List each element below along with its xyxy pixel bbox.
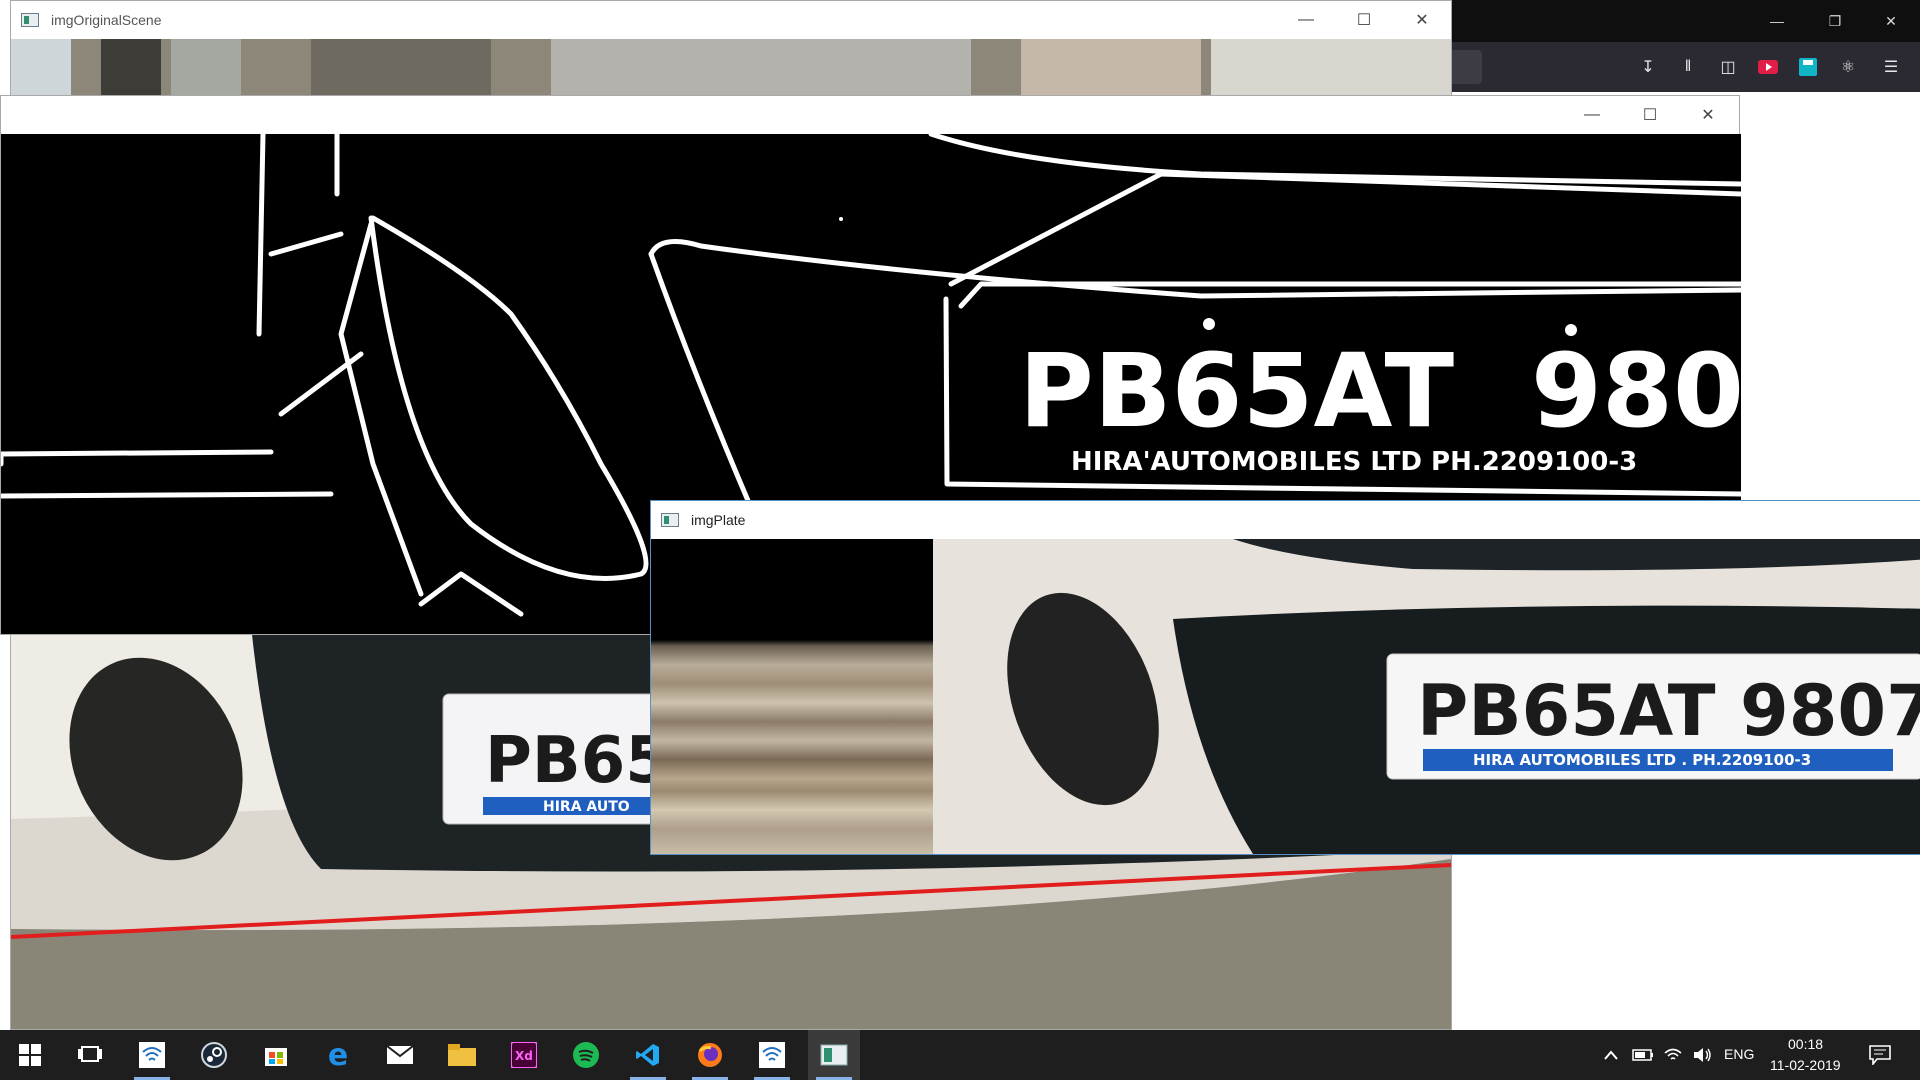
maximize-button[interactable]: ☐ <box>1621 96 1679 134</box>
opencv-window-icon[interactable] <box>808 1030 860 1080</box>
threshold-plate-dealer: HIRA'AUTOMOBILES LTD PH.2209100-3 <box>1071 447 1637 477</box>
start-icon[interactable] <box>4 1030 56 1080</box>
battery-icon[interactable] <box>1628 1030 1658 1080</box>
browser-minimize-button[interactable]: — <box>1748 0 1806 42</box>
maximize-button[interactable]: ☐ <box>1335 1 1393 39</box>
original-scene-titlebar: imgOriginalScene — ☐ ✕ <box>11 1 1451 39</box>
scene-plate-number: PB65 <box>485 724 670 798</box>
volume-icon[interactable] <box>1688 1030 1718 1080</box>
minimize-button[interactable]: — <box>1563 96 1621 134</box>
window-title: imgOriginalScene <box>51 12 162 28</box>
chevron-up-icon[interactable] <box>1598 1030 1624 1080</box>
browser-close-button[interactable]: ✕ <box>1862 0 1920 42</box>
file-explorer-icon[interactable] <box>436 1030 488 1080</box>
window-title: imgPlate <box>691 512 746 528</box>
plate-titlebar: imgPlate <box>651 501 1920 539</box>
sidebar-icon[interactable]: ◫ <box>1717 56 1739 78</box>
download-icon[interactable]: ↧ <box>1637 56 1659 78</box>
adobe-xd-icon[interactable]: Xd <box>498 1030 550 1080</box>
plate-number-left: PB65AT <box>1417 670 1716 752</box>
browser-titlebar: — ❐ ✕ <box>1450 0 1920 42</box>
minimize-button[interactable]: — <box>1277 1 1335 39</box>
video-extension-icon[interactable] <box>1757 56 1779 78</box>
wifi-icon[interactable] <box>1658 1030 1688 1080</box>
plate-image: PB65AT 9807 HIRA AUTOMOBILES LTD . PH.22… <box>651 539 1920 854</box>
vscode-icon[interactable] <box>622 1030 674 1080</box>
browser-restore-button[interactable]: ❐ <box>1806 0 1864 42</box>
mail-icon[interactable] <box>374 1030 426 1080</box>
plate-photo: PB65AT 9807 HIRA AUTOMOBILES LTD . PH.22… <box>933 539 1920 854</box>
threshold-plate-number-right: 9807 <box>1531 332 1741 451</box>
plate-window: imgPlate PB65AT 9807 HIRA AUTOMOBILES LT… <box>650 500 1920 855</box>
close-button[interactable]: ✕ <box>1679 96 1737 134</box>
edge-icon[interactable]: e <box>312 1030 364 1080</box>
store-icon[interactable] <box>250 1030 302 1080</box>
browser-url-bar[interactable] <box>1450 50 1482 84</box>
plate-dealer-line: HIRA AUTOMOBILES LTD . PH.2209100-3 <box>1473 751 1811 769</box>
library-icon[interactable]: ‖ <box>1677 56 1699 78</box>
firefox-icon[interactable] <box>684 1030 736 1080</box>
react-devtools-icon[interactable]: ⚛ <box>1837 56 1859 78</box>
plate-number-right: 9807 <box>1740 670 1920 752</box>
wifi-tool-icon[interactable] <box>126 1030 178 1080</box>
window-app-icon <box>21 13 39 27</box>
language-indicator[interactable]: ENG <box>1724 1046 1754 1062</box>
taskbar: e Xd ENG 00:18 11-02-2019 <box>0 1030 1920 1080</box>
svg-text:Xd: Xd <box>515 1049 533 1063</box>
clock-time[interactable]: 00:18 <box>1788 1036 1823 1052</box>
threshold-titlebar: — ☐ ✕ <box>1 96 1739 134</box>
spotify-icon[interactable] <box>560 1030 612 1080</box>
threshold-plate-number-left: PB65AT <box>1019 332 1454 451</box>
scene-plate-dealer: HIRA AUTO <box>543 799 630 815</box>
plate-warp-artifact <box>651 539 933 854</box>
clock-date[interactable]: 11-02-2019 <box>1770 1057 1841 1073</box>
save-extension-icon[interactable] <box>1797 56 1819 78</box>
menu-icon[interactable]: ☰ <box>1880 56 1902 78</box>
task-view-icon[interactable] <box>64 1030 116 1080</box>
close-button[interactable]: ✕ <box>1393 1 1451 39</box>
window-app-icon <box>661 513 679 527</box>
wifi-tool-2-icon[interactable] <box>746 1030 798 1080</box>
notification-icon[interactable] <box>1858 1030 1902 1080</box>
steam-icon[interactable] <box>188 1030 240 1080</box>
